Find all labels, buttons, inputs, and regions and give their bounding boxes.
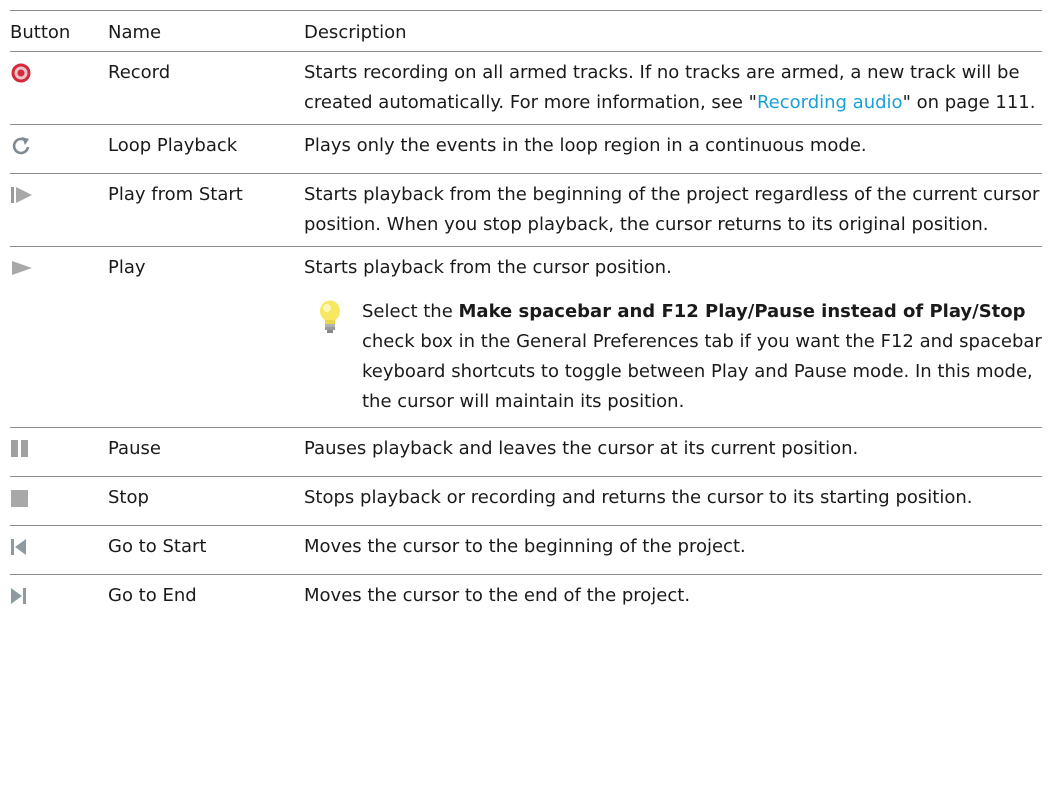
table-header-row: Button Name Description (10, 10, 1042, 52)
table-row: Play from Start Starts playback from the… (10, 173, 1042, 247)
table-row: Play Starts playback from the cursor pos… (10, 246, 1042, 428)
row-name: Record (108, 51, 304, 125)
preference-option-name: Make spacebar and F12 Play/Pause instead… (458, 301, 1026, 322)
play-from-start-icon (11, 187, 32, 203)
row-description: Moves the cursor to the end of the proje… (304, 585, 691, 606)
header-name: Name (108, 10, 304, 52)
play-icon (12, 261, 32, 275)
row-description: Starts playback from the cursor position… (304, 257, 672, 278)
row-name: Go to End (108, 585, 197, 606)
tip-note: Select the Make spacebar and F12 Play/Pa… (304, 297, 1042, 421)
pause-icon (11, 440, 28, 457)
row-description: Moves the cursor to the beginning of the… (304, 525, 1042, 575)
table-row: Go to Start Moves the cursor to the begi… (10, 525, 1042, 575)
row-description: Starts playback from the beginning of th… (304, 173, 1042, 247)
row-description: Stops playback or recording and returns … (304, 476, 1042, 526)
record-icon (11, 63, 31, 83)
row-name: Play (108, 246, 304, 428)
lightbulb-icon (320, 300, 340, 333)
row-name: Stop (108, 476, 304, 526)
table-row: Loop Playback Plays only the events in t… (10, 124, 1042, 174)
document-page: { "headers": { "button": "Button", "name… (0, 0, 1060, 792)
row-description: Pauses playback and leaves the cursor at… (304, 427, 1042, 477)
recording-audio-link[interactable]: Recording audio (757, 92, 903, 113)
tip-text: check box in the General Preferences tab… (362, 331, 1042, 412)
row-description: Starts recording on all armed tracks. If… (304, 51, 1042, 125)
row-name: Loop Playback (108, 124, 304, 174)
table-row: Pause Pauses playback and leaves the cur… (10, 427, 1042, 477)
row-description: Plays only the events in the loop region… (304, 124, 1042, 174)
row-name: Pause (108, 427, 304, 477)
tip-text: Select the (362, 301, 459, 322)
loop-icon (12, 137, 30, 155)
table-row: Stop Stops playback or recording and ret… (10, 476, 1042, 526)
description-text: " on page 111. (902, 92, 1036, 113)
header-button: Button (10, 10, 108, 52)
stop-icon (11, 490, 28, 507)
transport-buttons-table: Button Name Description Record Starts re… (10, 10, 1042, 623)
table-row: Go to End Moves the cursor to the end of… (10, 575, 1042, 624)
table-row: Record Starts recording on all armed tra… (10, 51, 1042, 125)
row-name: Play from Start (108, 173, 304, 247)
go-to-start-icon (11, 539, 26, 555)
header-description: Description (304, 10, 1042, 52)
row-name: Go to Start (108, 525, 304, 575)
go-to-end-icon (11, 588, 26, 604)
